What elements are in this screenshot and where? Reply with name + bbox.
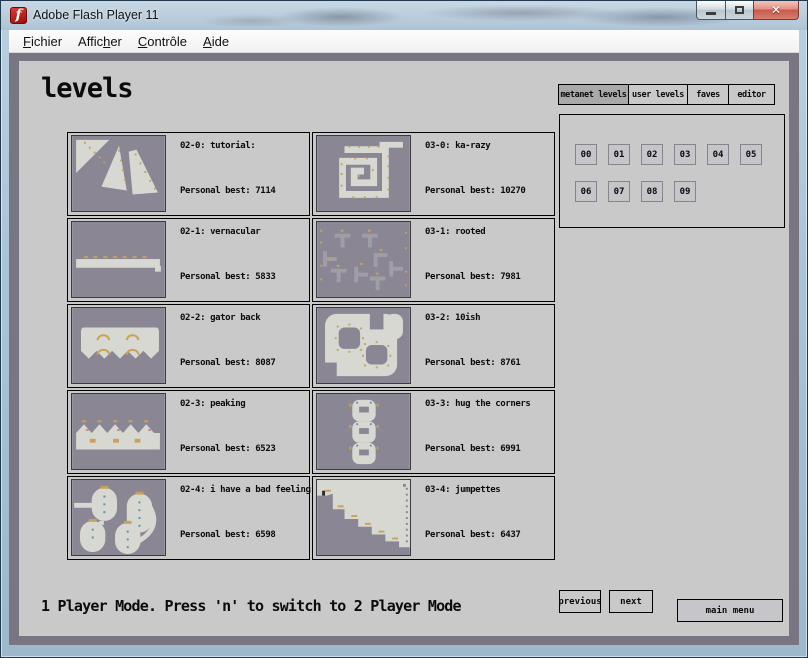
level-card-03-4[interactable]: 03-4: jumpettes Personal best: 6437 (312, 476, 555, 560)
episode-row-2: 06 07 08 09 (575, 181, 696, 202)
level-card-02-3[interactable]: 02-3: peaking Personal best: 6523 (67, 390, 310, 474)
episode-row-1: 00 01 02 03 04 05 (575, 144, 762, 165)
maximize-button[interactable] (725, 1, 754, 20)
tab-user-levels[interactable]: user levels (628, 84, 688, 105)
level-best: Personal best: 5833 (180, 272, 275, 282)
level-title: 03-0: ka-razy (425, 141, 490, 151)
level-best: Personal best: 6437 (425, 530, 520, 540)
tab-faves[interactable]: faves (687, 84, 729, 105)
level-source-tabs: metanet levels user levels faves editor (558, 84, 775, 105)
level-card-02-2[interactable]: 02-2: gator back Personal best: 8087 (67, 304, 310, 388)
tab-editor[interactable]: editor (728, 84, 775, 105)
level-card-02-4[interactable]: 02-4: i have a bad feeling Personal best… (67, 476, 310, 560)
episode-button-04[interactable]: 04 (707, 144, 729, 165)
episode-button-03[interactable]: 03 (674, 144, 696, 165)
level-thumbnail-horizontal-bar (71, 221, 166, 298)
level-best: Personal best: 7114 (180, 186, 275, 196)
level-card-03-2[interactable]: 03-2: 10ish Personal best: 8761 (312, 304, 555, 388)
level-best: Personal best: 6523 (180, 444, 275, 454)
episode-button-00[interactable]: 00 (575, 144, 597, 165)
level-card-03-1[interactable]: 03-1: rooted Personal best: 7981 (312, 218, 555, 302)
level-thumbnail-tee-pieces (316, 221, 411, 298)
level-thumbnail-descending-stairs (316, 479, 411, 556)
previous-button[interactable]: previous (559, 590, 601, 613)
level-best: Personal best: 6991 (425, 444, 520, 454)
menu-bar: Fichier Afficher Contrôle Aide (9, 30, 799, 53)
level-title: 02-0: tutorial: (180, 141, 255, 151)
level-thumbnail-stacked-squares (316, 393, 411, 470)
main-menu-button[interactable]: main menu (677, 599, 783, 622)
next-button[interactable]: next (609, 590, 653, 613)
level-thumbnail-connected-blobs (71, 479, 166, 556)
tab-metanet-levels[interactable]: metanet levels (558, 84, 629, 105)
close-icon: ✕ (771, 4, 781, 16)
level-card-02-1[interactable]: 02-1: vernacular Personal best: 5833 (67, 218, 310, 302)
level-best: Personal best: 7981 (425, 272, 520, 282)
level-best: Personal best: 6598 (180, 530, 275, 540)
menu-afficher[interactable]: Afficher (70, 31, 130, 52)
window-controls: ✕ (697, 1, 799, 20)
level-title: 03-2: 10ish (425, 313, 480, 323)
level-title: 02-1: vernacular (180, 227, 260, 237)
title-bar[interactable]: f Adobe Flash Player 11 ✕ (1, 1, 807, 30)
menu-aide[interactable]: Aide (195, 31, 237, 52)
episode-button-01[interactable]: 01 (608, 144, 630, 165)
minimize-icon (706, 12, 716, 15)
menu-fichier[interactable]: Fichier (15, 31, 70, 52)
episode-picker-panel: 00 01 02 03 04 05 06 07 08 09 (559, 114, 785, 228)
level-thumbnail-blob-with-holes (316, 307, 411, 384)
page-title: levels (41, 73, 133, 104)
close-button[interactable]: ✕ (753, 1, 799, 20)
level-card-03-3[interactable]: 03-3: hug the corners Personal best: 699… (312, 390, 555, 474)
level-card-03-0[interactable]: 03-0: ka-razy Personal best: 10270 (312, 132, 555, 216)
maximize-icon (735, 6, 744, 14)
level-title: 02-4: i have a bad feeling (180, 485, 310, 495)
level-title: 03-3: hug the corners (425, 399, 530, 409)
level-thumbnail-zigzag-teeth (71, 307, 166, 384)
level-title: 02-2: gator back (180, 313, 260, 323)
stage-frame: levels metanet levels user levels faves … (9, 53, 799, 645)
episode-button-08[interactable]: 08 (641, 181, 663, 202)
level-best: Personal best: 10270 (425, 186, 525, 196)
flash-player-icon: f (10, 7, 27, 24)
episode-button-02[interactable]: 02 (641, 144, 663, 165)
player-mode-status: 1 Player Mode. Press 'n' to switch to 2 … (41, 597, 461, 615)
menu-controle[interactable]: Contrôle (130, 31, 195, 52)
level-thumbnail-square-spiral (316, 135, 411, 212)
level-card-02-0[interactable]: 02-0: tutorial: Personal best: 7114 (67, 132, 310, 216)
level-thumbnail-bumpy-band (71, 393, 166, 470)
level-title: 02-3: peaking (180, 399, 245, 409)
level-title: 03-1: rooted (425, 227, 485, 237)
level-card-grid: 02-0: tutorial: Personal best: 7114 03-0… (67, 132, 555, 560)
flash-player-window: f Adobe Flash Player 11 ✕ Fichier Affich… (0, 0, 808, 658)
episode-button-09[interactable]: 09 (674, 181, 696, 202)
episode-button-07[interactable]: 07 (608, 181, 630, 202)
episode-button-05[interactable]: 05 (740, 144, 762, 165)
minimize-button[interactable] (696, 1, 726, 20)
level-best: Personal best: 8087 (180, 358, 275, 368)
level-thumbnail-diagonal-slopes (71, 135, 166, 212)
window-title: Adobe Flash Player 11 (33, 8, 159, 22)
episode-button-06[interactable]: 06 (575, 181, 597, 202)
level-best: Personal best: 8761 (425, 358, 520, 368)
level-title: 03-4: jumpettes (425, 485, 500, 495)
game-stage: levels metanet levels user levels faves … (19, 61, 789, 636)
